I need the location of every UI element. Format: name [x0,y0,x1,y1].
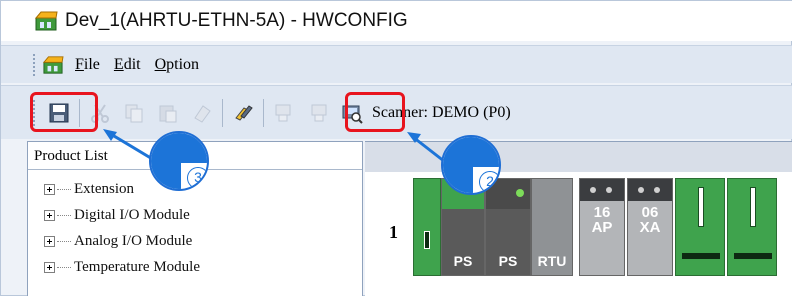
arrow-to-save [103,129,450,167]
step-marker-3: 3 [149,131,209,191]
hwconfig-window: Dev_1(AHRTU-ETHN-5A) - HWCONFIG File Edi… [0,0,792,296]
step-marker-2: 2 [441,135,501,195]
